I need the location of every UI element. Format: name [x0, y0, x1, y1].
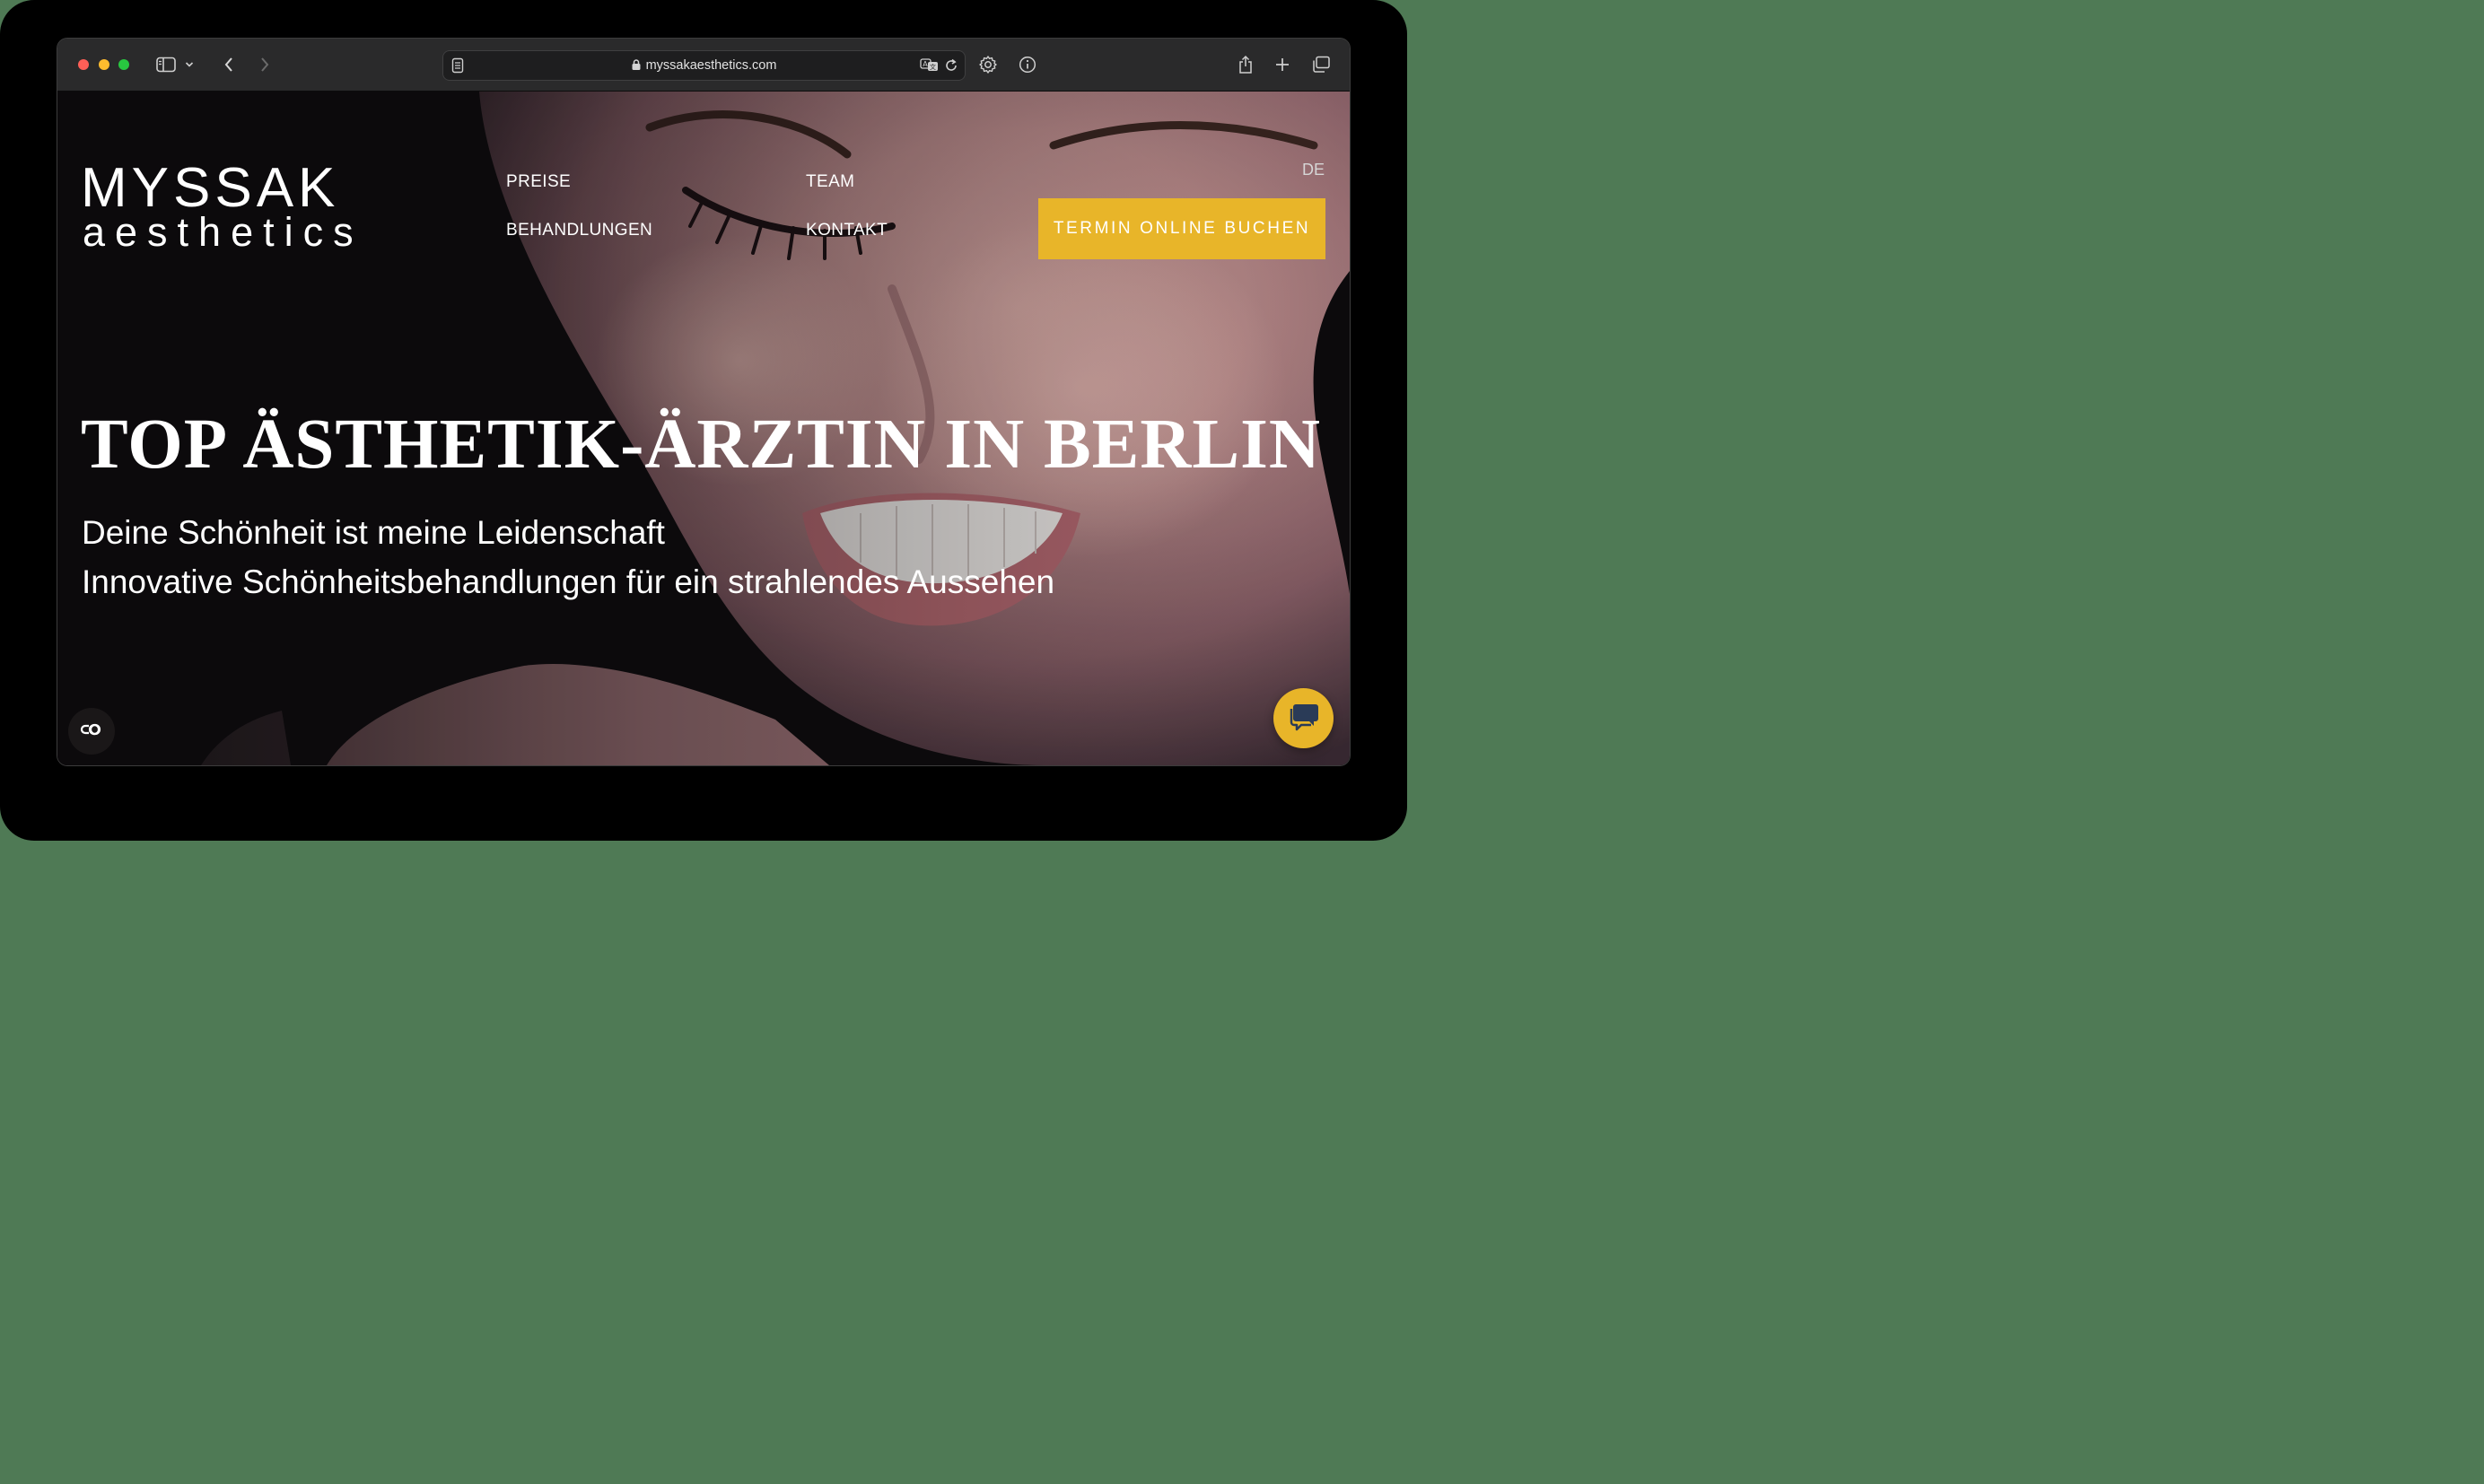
back-icon[interactable] [217, 54, 241, 75]
chat-button[interactable] [1273, 688, 1334, 748]
book-appointment-button[interactable]: TERMIN ONLINE BUCHEN [1038, 198, 1325, 259]
svg-text:A: A [923, 60, 928, 68]
chat-icon [1288, 701, 1320, 736]
minimize-window-button[interactable] [99, 59, 109, 70]
lock-icon [632, 59, 641, 70]
logo-wordmark-bottom[interactable]: aesthetics [83, 212, 363, 253]
forward-icon[interactable] [253, 54, 276, 75]
plus-icon[interactable] [1271, 54, 1294, 75]
hero-section: MYSSAK aesthetics PREISE BEHANDLUNGEN TE… [57, 92, 1350, 765]
address-bar[interactable]: myssakaesthetics.com A文 [442, 50, 966, 81]
share-icon[interactable] [1234, 54, 1257, 75]
svg-text:文: 文 [930, 63, 936, 71]
info-icon[interactable] [1016, 54, 1039, 75]
browser-toolbar: myssakaesthetics.com A文 [57, 39, 1350, 92]
gear-icon[interactable] [976, 54, 1000, 75]
nav-link-kontakt[interactable]: KONTAKT [806, 221, 888, 240]
reload-icon[interactable] [944, 57, 958, 78]
translate-icon[interactable]: A文 [920, 57, 940, 77]
language-switcher[interactable]: DE [1302, 161, 1325, 179]
chevron-down-icon[interactable] [182, 54, 197, 75]
browser-window: myssakaesthetics.com A文 MYSSAK aesthetic… [57, 39, 1350, 765]
nav-link-team[interactable]: TEAM [806, 172, 854, 192]
nav-link-behandlungen[interactable]: BEHANDLUNGEN [506, 221, 652, 240]
hero-headline: TOP ÄSTHETIK-ÄRZTIN IN BERLIN [81, 406, 1321, 484]
zoom-window-button[interactable] [118, 59, 129, 70]
nav-link-preise[interactable]: PREISE [506, 172, 571, 192]
hero-subline-2: Innovative Schönheitsbehandlungen für ei… [82, 563, 1055, 600]
cookie-settings-button[interactable] [68, 708, 115, 755]
tabs-icon[interactable] [1309, 54, 1333, 75]
url-text: myssakaesthetics.com [645, 58, 777, 73]
close-window-button[interactable] [78, 59, 89, 70]
cookie-settings-icon [78, 722, 105, 741]
sidebar-icon[interactable] [154, 54, 178, 75]
hero-subline-1: Deine Schönheit ist meine Leidenschaft [82, 514, 665, 551]
logo-wordmark-top[interactable]: MYSSAK [81, 161, 339, 216]
url-display[interactable]: myssakaesthetics.com [443, 58, 965, 73]
